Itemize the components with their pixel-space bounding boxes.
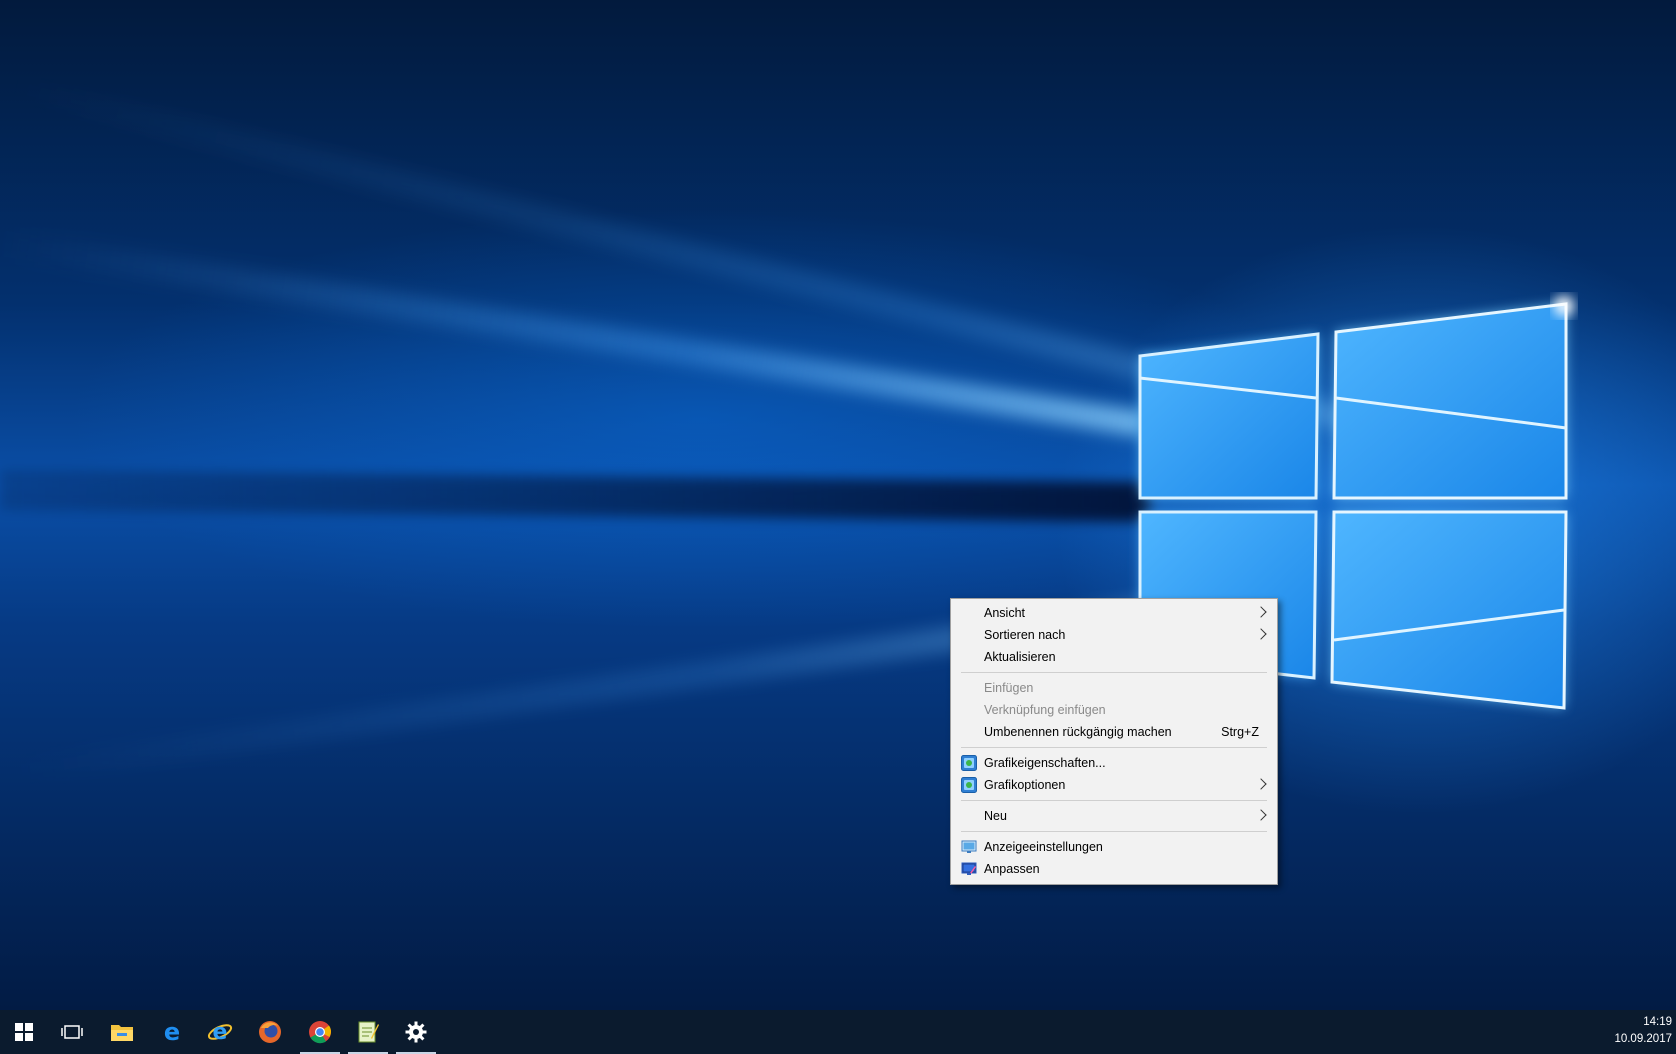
taskbar: e e 14:19 10.09.2017 <box>0 1010 1676 1054</box>
menu-separator <box>961 672 1267 673</box>
system-clock[interactable]: 14:19 10.09.2017 <box>1614 1014 1672 1048</box>
chrome-icon <box>309 1021 332 1044</box>
menu-item-label: Sortieren nach <box>984 628 1066 642</box>
firefox-icon <box>259 1021 281 1043</box>
menu-item-label: Umbenennen rückgängig machen <box>984 725 1172 739</box>
notepad-icon <box>358 1021 379 1043</box>
taskbar-chrome[interactable] <box>296 1010 344 1054</box>
folder-icon <box>111 1025 133 1041</box>
taskbar-file-explorer[interactable] <box>98 1010 146 1054</box>
chevron-right-icon <box>1255 628 1267 640</box>
menu-item-label: Verknüpfung einfügen <box>984 703 1106 717</box>
start-button[interactable] <box>0 1010 48 1054</box>
menu-item-neu[interactable]: Neu <box>951 805 1277 827</box>
menu-item-label: Aktualisieren <box>984 650 1056 664</box>
menu-item-label: Ansicht <box>984 606 1025 620</box>
edge-icon: e <box>164 1020 180 1044</box>
menu-item-anpassen[interactable]: Anpassen <box>951 858 1277 880</box>
windows-logo-icon <box>15 1023 33 1041</box>
menu-item-sortieren-nach[interactable]: Sortieren nach <box>951 624 1277 646</box>
menu-item-grafikoptionen[interactable]: Grafikoptionen <box>951 774 1277 796</box>
internet-explorer-icon: e <box>207 1020 233 1045</box>
clock-time: 14:19 <box>1643 1016 1672 1028</box>
chevron-right-icon <box>1255 778 1267 790</box>
menu-item-verknuepfung-einfuegen[interactable]: Verknüpfung einfügen <box>951 699 1277 721</box>
menu-item-anzeigeeinstellungen[interactable]: Anzeigeeinstellungen <box>951 836 1277 858</box>
intel-graphics-icon <box>961 755 977 771</box>
menu-item-label: Grafikeigenschaften... <box>984 756 1106 770</box>
taskbar-firefox[interactable] <box>246 1010 294 1054</box>
menu-separator <box>961 800 1267 801</box>
intel-graphics-icon <box>961 777 977 793</box>
menu-item-label: Anpassen <box>984 862 1040 876</box>
svg-text:e: e <box>164 1020 180 1044</box>
desktop-context-menu: Ansicht Sortieren nach Aktualisieren Ein… <box>950 598 1278 885</box>
chevron-right-icon <box>1255 809 1267 821</box>
menu-item-umbenennen-rueckgaengig[interactable]: Umbenennen rückgängig machen Strg+Z <box>951 721 1277 743</box>
personalize-icon <box>961 862 977 875</box>
menu-item-einfuegen[interactable]: Einfügen <box>951 677 1277 699</box>
windows-logo-wallpaper-graphic <box>1138 296 1574 710</box>
task-view-icon <box>61 1025 83 1039</box>
menu-item-grafikeigenschaften[interactable]: Grafikeigenschaften... <box>951 752 1277 774</box>
menu-item-aktualisieren[interactable]: Aktualisieren <box>951 646 1277 668</box>
chevron-right-icon <box>1255 606 1267 618</box>
menu-separator <box>961 747 1267 748</box>
taskbar-microsoft-edge[interactable]: e <box>148 1010 196 1054</box>
svg-text:e: e <box>213 1020 228 1045</box>
menu-item-label: Einfügen <box>984 681 1034 695</box>
display-settings-icon <box>961 840 977 853</box>
clock-date: 10.09.2017 <box>1614 1033 1672 1045</box>
menu-item-shortcut: Strg+Z <box>1221 725 1259 739</box>
menu-item-ansicht[interactable]: Ansicht <box>951 602 1277 624</box>
taskbar-notepad-app[interactable] <box>344 1010 392 1054</box>
menu-separator <box>961 831 1267 832</box>
task-view-button[interactable] <box>48 1010 96 1054</box>
taskbar-settings[interactable] <box>392 1010 440 1054</box>
taskbar-internet-explorer[interactable]: e <box>196 1010 244 1054</box>
menu-item-label: Neu <box>984 809 1007 823</box>
gear-icon <box>405 1021 427 1043</box>
menu-item-label: Anzeigeeinstellungen <box>984 840 1103 854</box>
desktop-wallpaper[interactable]: Ansicht Sortieren nach Aktualisieren Ein… <box>0 0 1676 1010</box>
menu-item-label: Grafikoptionen <box>984 778 1066 792</box>
